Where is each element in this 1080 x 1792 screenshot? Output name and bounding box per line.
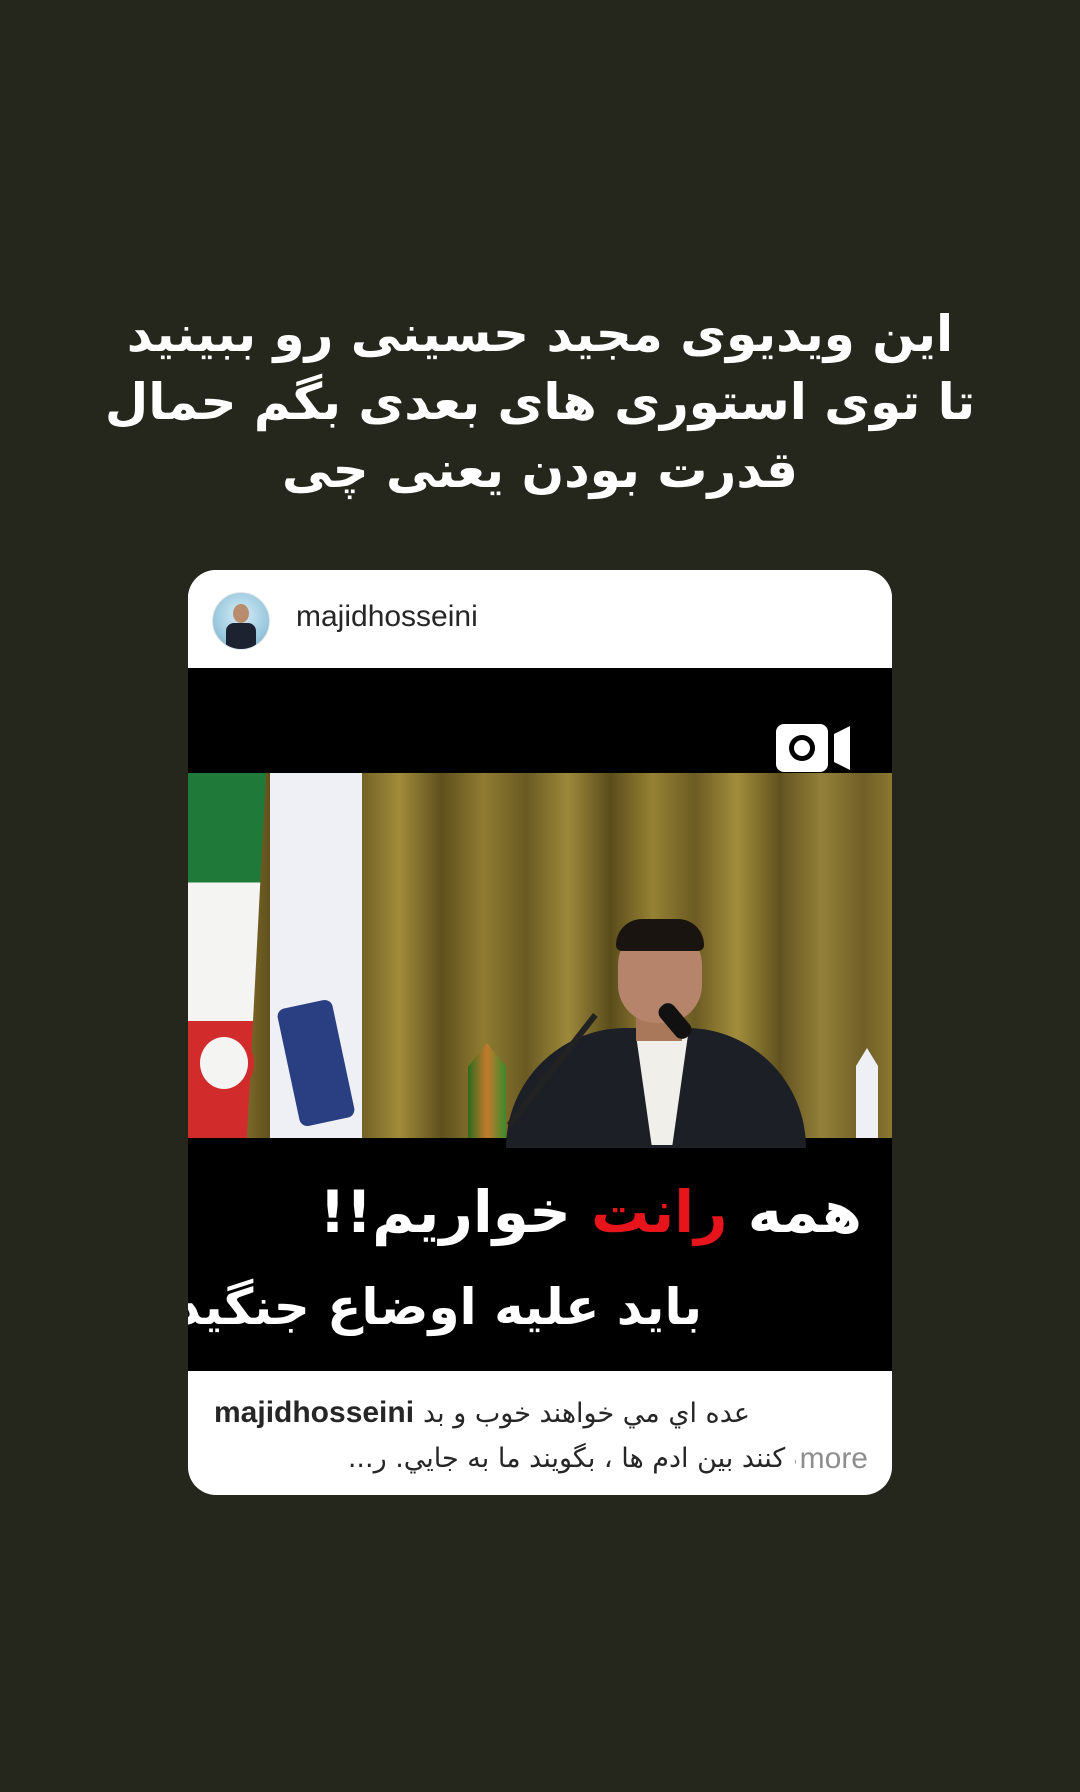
caption-text-2: درست كنند بين ادم ها ، بگويند ما به جايي… <box>347 1443 868 1474</box>
avatar-body <box>226 623 256 649</box>
overlay-line1-before: همه <box>727 1178 862 1246</box>
caption-text-1: عده اي مي خواهند خوب و بد <box>422 1398 750 1429</box>
overlay-line1-accent: رانت <box>591 1178 728 1246</box>
post-video[interactable]: همه رانت خواریم!! باید علیه اوضاع جنگید! <box>188 668 892 1371</box>
avatar-head <box>233 604 249 623</box>
video-overlay-title: همه رانت خواریم!! <box>319 1178 862 1246</box>
story-canvas: این ویدیوی مجید حسینی رو ببینید تا توی ا… <box>0 0 1080 1792</box>
post-username[interactable]: majidhosseini <box>296 600 478 634</box>
avatar[interactable] <box>212 592 270 650</box>
headline-line-1: این ویدیوی مجید حسینی رو ببینید <box>126 305 954 363</box>
overlay-line1-after: خواریم!! <box>319 1178 592 1246</box>
video-overlay-subtitle: باید علیه اوضاع جنگید! <box>188 1278 702 1336</box>
shared-post-card[interactable]: majidhosseini همه رانت خواریم!! باید علی… <box>188 570 892 1495</box>
caption-line-1: majidhosseini عده اي مي خواهند خوب و بد <box>214 1390 868 1437</box>
caption-more-link[interactable]: more <box>795 1436 868 1482</box>
headline-line-2: تا توی استوری های بعدی بگم حمال <box>104 373 976 431</box>
flag-emblem <box>194 1031 254 1095</box>
right-flag <box>856 1048 878 1138</box>
video-camera-icon <box>776 724 850 772</box>
headline-line-3: قدرت بودن یعنی چی <box>282 441 798 499</box>
video-frame <box>188 773 892 1148</box>
caption-username[interactable]: majidhosseini <box>214 1396 414 1429</box>
small-flag <box>468 1043 506 1138</box>
post-header[interactable]: majidhosseini <box>188 570 892 668</box>
speaker-hair <box>616 919 704 951</box>
story-headline: این ویدیوی مجید حسینی رو ببینید تا توی ا… <box>90 300 990 504</box>
